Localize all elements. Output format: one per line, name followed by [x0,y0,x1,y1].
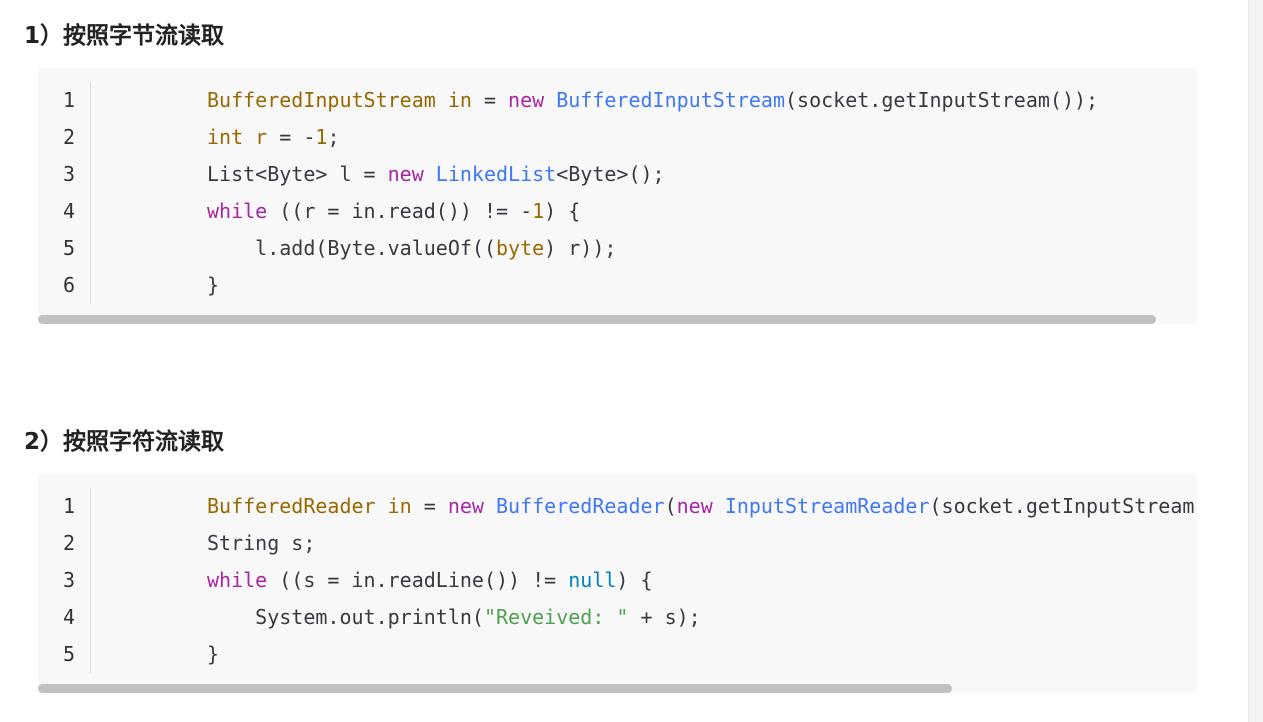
code-line: } [207,267,1197,304]
code-content: BufferedInputStream in = new BufferedInp… [207,82,1197,304]
code-line: BufferedInputStream in = new BufferedInp… [207,82,1197,119]
section-heading-byte-stream: 1）按照字节流读取 [24,23,225,49]
line-number: 1 [62,88,76,112]
code-block-char-stream: 1 2 3 4 5 BufferedReader in = new BufferedRe… [38,474,1197,693]
line-number-gutter: 1 2 3 4 5 [38,488,91,673]
line-number: 4 [62,199,76,223]
code-token: new [508,88,545,112]
code-line: while ((s = in.readLine()) != null) { [207,562,1197,599]
code-token: ) { [616,568,653,592]
code-token: BufferedInputStream [556,88,785,112]
line-number: 5 [62,236,76,260]
line-number: 4 [62,605,76,629]
horizontal-scrollbar-thumb[interactable] [38,684,952,693]
code-block-byte-stream: 1 2 3 4 5 6 BufferedInputStream in = new Buff… [38,68,1197,324]
code-token: InputStreamReader [724,494,930,518]
code-token: new [447,494,484,518]
line-number: 2 [62,125,76,149]
code-token: ((r = in.read()) != - [267,199,533,223]
code-token: ) { [544,199,581,223]
code-token: } [207,642,220,666]
code-token: while [207,199,268,223]
code-token: new [387,162,424,186]
code-token: LinkedList [435,162,557,186]
code-token: List<Byte> l = [207,162,388,186]
code-token: ((s = in.readLine()) != [267,568,569,592]
code-content: BufferedReader in = new BufferedReader(n… [207,488,1197,673]
code-token: l.add(Byte.valueOf(( [207,236,496,260]
code-token: (socket.getInputStream()); [785,88,1099,112]
line-number: 3 [62,568,76,592]
line-number: 2 [62,531,76,555]
code-token: String s; [207,531,316,555]
code-line: l.add(Byte.valueOf((byte) r)); [207,230,1197,267]
page-scrollbar-track[interactable] [1248,0,1263,722]
code-token: ) r)); [544,236,617,260]
code-token: new [676,494,713,518]
code-token: r [255,125,268,149]
line-number: 5 [62,642,76,666]
code-token: BufferedInputStream [207,88,436,112]
code-token: <Byte>(); [556,162,665,186]
code-token: } [207,273,220,297]
line-number: 1 [62,494,76,518]
code-token: (socket.getInputStream())); [929,494,1197,518]
code-token: + s); [628,605,701,629]
code-token: = [411,494,448,518]
code-token: int [207,125,244,149]
code-line: List<Byte> l = new LinkedList<Byte>(); [207,156,1197,193]
code-line: } [207,636,1197,673]
code-token: byte [495,236,545,260]
code-line: while ((r = in.read()) != -1) { [207,193,1197,230]
code-token: = [471,88,509,112]
code-token: 1 [532,199,545,223]
code-token: ; [327,125,340,149]
code-line: BufferedReader in = new BufferedReader(n… [207,488,1197,525]
code-token: "Reveived: " [483,605,629,629]
code-token: 1 [315,125,328,149]
section-heading-char-stream: 2）按照字符流读取 [24,429,225,455]
code-line: int r = -1; [207,119,1197,156]
code-token: = - [267,125,316,149]
horizontal-scrollbar-thumb[interactable] [38,315,1156,324]
code-token: BufferedReader [496,494,665,518]
code-token: System.out.println( [207,605,484,629]
code-line: String s; [207,525,1197,562]
line-number-gutter: 1 2 3 4 5 6 [38,82,91,304]
line-number: 6 [62,273,76,297]
code-line: System.out.println("Reveived: " + s); [207,599,1197,636]
line-number: 3 [62,162,76,186]
code-token: BufferedReader [207,494,376,518]
code-token: null [568,568,617,592]
code-token: in [387,494,412,518]
code-token: while [207,568,268,592]
code-token: ( [664,494,677,518]
code-token: in [447,88,472,112]
